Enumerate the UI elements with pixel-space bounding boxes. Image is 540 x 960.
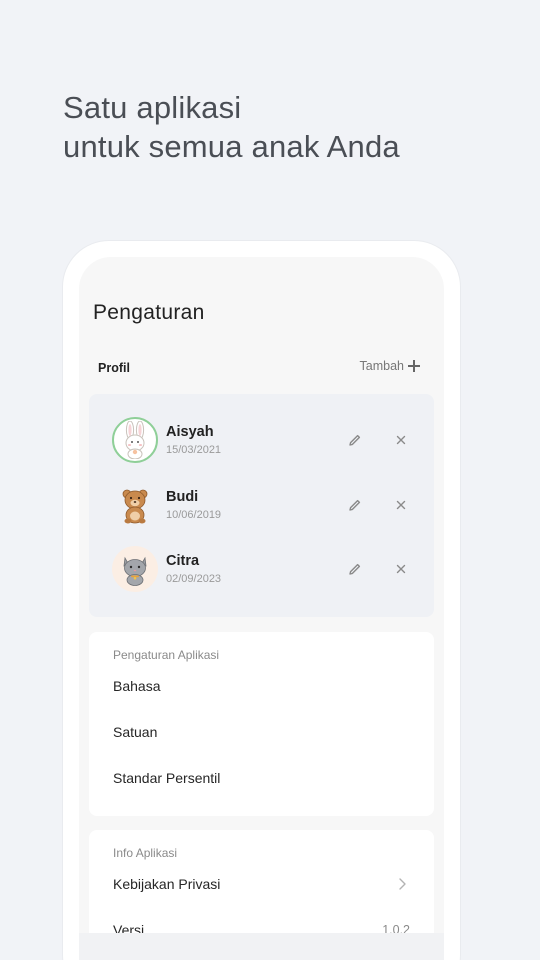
chevron-right-icon[interactable]: [396, 877, 408, 891]
close-icon[interactable]: [393, 432, 409, 448]
profile-row-budi[interactable]: Budi 10/06/2019: [89, 480, 434, 530]
app-settings-section: Pengaturan Aplikasi Bahasa Satuan Standa…: [89, 632, 434, 816]
profile-name: Citra: [166, 553, 200, 569]
edit-icon[interactable]: [347, 497, 363, 513]
page-title: Pengaturan: [93, 301, 205, 324]
profile-row-aisyah[interactable]: Aisyah 15/03/2021: [89, 415, 434, 465]
headline: Satu aplikasi untuk semua anak Anda: [63, 88, 400, 166]
close-icon[interactable]: [393, 561, 409, 577]
bear-icon: [112, 482, 158, 528]
app-settings-header: Pengaturan Aplikasi: [113, 648, 220, 662]
menu-item-privacy-policy[interactable]: Kebijakan Privasi: [113, 876, 220, 892]
headline-line-1: Satu aplikasi: [63, 90, 242, 125]
plus-icon: [408, 360, 420, 372]
bottom-bar: [79, 933, 444, 960]
edit-icon[interactable]: [347, 432, 363, 448]
settings-screen: Pengaturan Profil Tambah Aisyah 15/03/20…: [79, 257, 444, 960]
profile-dob: 02/09/2023: [166, 573, 222, 585]
profile-name: Aisyah: [166, 424, 214, 440]
menu-item-standar-persentil[interactable]: Standar Persentil: [113, 770, 220, 786]
app-info-header: Info Aplikasi: [113, 846, 178, 860]
profile-name: Budi: [166, 489, 199, 505]
profile-list: Aisyah 15/03/2021 Budi 10/06/2019 Citra …: [89, 394, 434, 617]
edit-icon[interactable]: [347, 561, 363, 577]
menu-item-satuan[interactable]: Satuan: [113, 724, 157, 740]
profile-dob: 15/03/2021: [166, 444, 222, 456]
add-profile-label: Tambah: [359, 359, 404, 373]
menu-item-bahasa[interactable]: Bahasa: [113, 678, 160, 694]
profile-row-citra[interactable]: Citra 02/09/2023: [89, 544, 434, 594]
close-icon[interactable]: [393, 497, 409, 513]
cat-icon: [112, 546, 158, 592]
headline-line-2: untuk semua anak Anda: [63, 129, 400, 164]
phone-frame: Pengaturan Profil Tambah Aisyah 15/03/20…: [63, 241, 460, 960]
profile-section-label: Profil: [98, 361, 130, 375]
bunny-icon: [112, 417, 158, 463]
add-profile-button[interactable]: Tambah: [360, 359, 420, 373]
profile-dob: 10/06/2019: [166, 509, 222, 521]
app-info-section: Info Aplikasi Kebijakan Privasi Versi 1.…: [89, 830, 434, 950]
